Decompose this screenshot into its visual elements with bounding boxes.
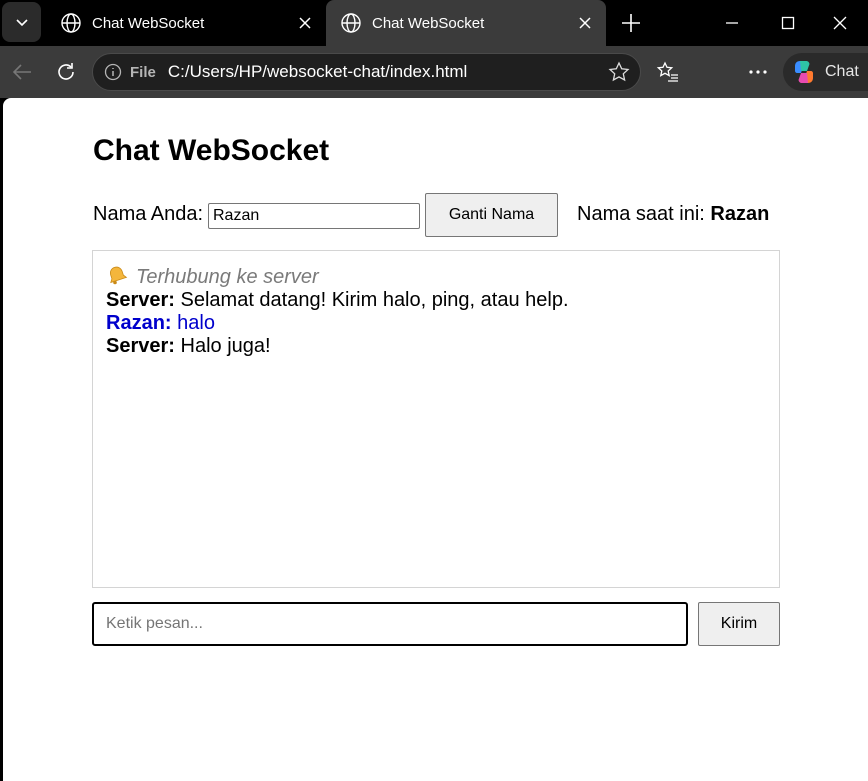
message-text: halo: [177, 312, 215, 334]
page-viewport: Chat WebSocket Nama Anda: Ganti Nama Nam…: [3, 98, 868, 781]
favorite-star-icon: [608, 61, 630, 82]
tab-chat-websocket-1[interactable]: Chat WebSocket: [46, 0, 326, 46]
name-label: Nama Anda:: [93, 203, 204, 225]
current-name-label: Nama saat ini:: [577, 203, 705, 225]
message-sender: Razan:: [106, 312, 172, 334]
message-text: Terhubung ke server: [136, 266, 319, 288]
tab-bar: Chat WebSocket Chat WebSocket: [0, 0, 868, 46]
window-close-button[interactable]: [812, 0, 868, 46]
rename-button[interactable]: Ganti Nama: [425, 193, 558, 237]
copilot-icon: [795, 61, 813, 83]
maximize-button[interactable]: [760, 0, 816, 46]
reload-icon: [58, 63, 74, 80]
message-sender: Server:: [106, 335, 175, 357]
tab-close-button[interactable]: [290, 8, 320, 38]
name-row: Nama Anda: Ganti Nama Nama saat ini: Raz…: [93, 193, 793, 237]
globe-icon: [341, 13, 361, 33]
close-icon: [299, 17, 311, 29]
url-scheme-label: File: [130, 63, 156, 81]
chat-message-system: Terhubung ke server: [106, 265, 766, 289]
tab-chat-websocket-2[interactable]: Chat WebSocket: [326, 0, 606, 46]
globe-icon: [61, 13, 81, 33]
maximize-icon: [781, 16, 795, 30]
tab-close-button[interactable]: [570, 8, 600, 38]
tab-title: Chat WebSocket: [92, 14, 205, 32]
back-icon: [12, 64, 31, 80]
chat-message-server: Server: Halo juga!: [106, 335, 766, 358]
url-text[interactable]: C:/Users/HP/websocket-chat/index.html: [168, 62, 606, 82]
minimize-button[interactable]: [704, 0, 760, 46]
new-tab-button[interactable]: [616, 8, 646, 38]
chevron-down-icon: [15, 19, 28, 27]
minimize-icon: [726, 22, 738, 24]
tab-actions-button[interactable]: [2, 2, 41, 42]
current-name-display: Nama saat ini: Razan: [577, 203, 769, 226]
info-icon[interactable]: [104, 63, 122, 81]
favorite-button[interactable]: [606, 59, 632, 85]
favorites-icon: [656, 61, 678, 82]
browser-toolbar: File C:/Users/HP/websocket-chat/index.ht…: [0, 46, 868, 133]
name-input[interactable]: [208, 203, 420, 229]
current-name-value: Razan: [710, 203, 770, 225]
window-close-icon: [833, 16, 847, 30]
close-icon: [579, 17, 591, 29]
chat-message-server: Server: Selamat datang! Kirim halo, ping…: [106, 289, 766, 312]
more-button[interactable]: [744, 58, 772, 86]
reload-button[interactable]: [52, 58, 80, 86]
bell-icon: [109, 266, 128, 285]
copilot-label: Chat: [825, 63, 859, 80]
message-input[interactable]: [92, 602, 688, 646]
page-title: Chat WebSocket: [93, 134, 330, 167]
more-icon: [749, 70, 767, 74]
message-text: Selamat datang! Kirim halo, ping, atau h…: [180, 289, 569, 311]
chat-log[interactable]: Terhubung ke server Server: Selamat data…: [92, 250, 780, 588]
chat-message-self: Razan: halo: [106, 312, 766, 335]
message-sender: Server:: [106, 289, 175, 311]
tab-title: Chat WebSocket: [372, 14, 485, 32]
send-button[interactable]: Kirim: [698, 602, 780, 646]
back-button[interactable]: [8, 58, 36, 86]
plus-icon: [622, 14, 640, 32]
address-bar[interactable]: File C:/Users/HP/websocket-chat/index.ht…: [92, 53, 641, 91]
message-text: Halo juga!: [180, 335, 271, 357]
copilot-button[interactable]: Chat: [783, 53, 868, 91]
favorites-button[interactable]: [654, 58, 682, 86]
